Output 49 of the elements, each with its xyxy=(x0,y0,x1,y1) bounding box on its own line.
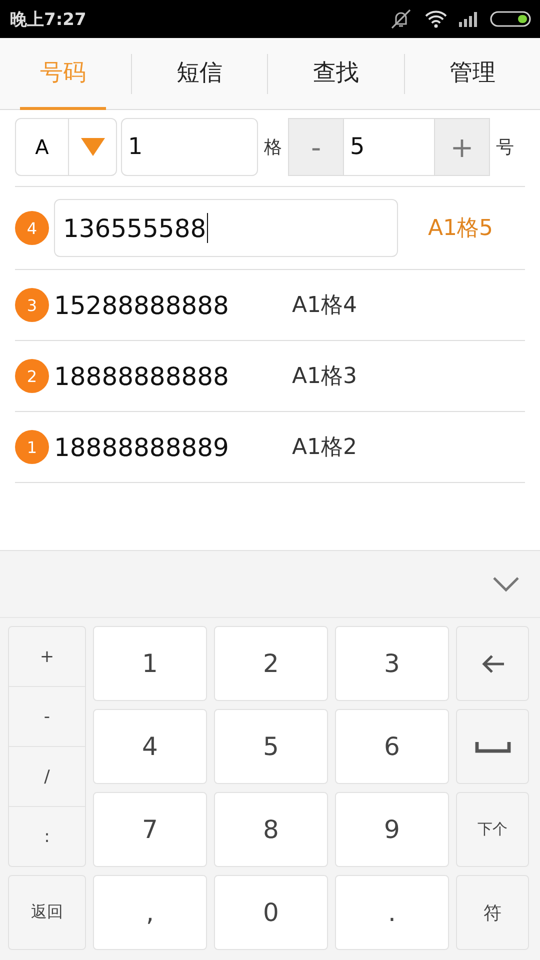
dropdown-triangle-icon xyxy=(80,138,104,156)
back-key[interactable]: 返回 xyxy=(8,875,86,950)
cell-location: A1格3 xyxy=(292,363,358,391)
space-bar-icon xyxy=(474,740,510,754)
digit-key[interactable]: 5 xyxy=(214,709,328,784)
function-key[interactable]: 符 xyxy=(456,875,529,950)
symbol-key[interactable]: : xyxy=(9,807,85,866)
plus-button[interactable]: + xyxy=(434,118,490,176)
letter-dropdown[interactable]: A xyxy=(15,118,117,176)
digit-key[interactable]: 9 xyxy=(335,792,449,867)
number-badge: 4 xyxy=(15,211,49,245)
cell-input-field[interactable]: 1 xyxy=(121,118,258,176)
digit-key[interactable]: , xyxy=(93,875,207,950)
digit-key[interactable]: 1 xyxy=(93,626,207,701)
cell-location: A1格4 xyxy=(292,292,358,320)
space-key[interactable] xyxy=(456,709,529,784)
phone-number: 18888888889 xyxy=(54,432,230,462)
left-arrow-icon xyxy=(480,652,506,674)
digit-key[interactable]: . xyxy=(335,875,449,950)
digit-key[interactable]: 4 xyxy=(93,709,207,784)
digit-key[interactable]: 2 xyxy=(214,626,328,701)
signal-icon xyxy=(458,10,480,28)
number-badge: 1 xyxy=(15,430,49,464)
wifi-icon xyxy=(424,9,448,29)
function-key[interactable]: 下个 xyxy=(456,792,529,867)
tab[interactable]: 查找 xyxy=(268,38,404,110)
tab[interactable]: 短信 xyxy=(132,38,268,110)
battery-icon xyxy=(490,10,532,28)
status-time: 晚上7:27 xyxy=(10,8,86,30)
digit-key[interactable]: 7 xyxy=(93,792,207,867)
cell-label: 格 xyxy=(263,136,283,159)
minus-button[interactable]: - xyxy=(288,118,344,176)
symbol-key[interactable]: / xyxy=(9,747,85,807)
digit-key[interactable]: 3 xyxy=(335,626,449,701)
symbol-key[interactable]: - xyxy=(9,687,85,747)
phone-number: 15288888888 xyxy=(54,290,230,320)
phone-input-field[interactable]: 136555588 xyxy=(54,199,398,257)
collapse-chevron-icon[interactable] xyxy=(492,576,520,592)
phone-number: 18888888888 xyxy=(54,362,230,390)
number-badge: 3 xyxy=(15,288,49,322)
number-label: 号 xyxy=(495,136,515,159)
number-badge: 2 xyxy=(15,359,49,393)
digit-key[interactable]: 8 xyxy=(214,792,328,867)
symbol-key[interactable]: + xyxy=(9,627,85,687)
digit-key[interactable]: 6 xyxy=(335,709,449,784)
digit-key[interactable]: 0 xyxy=(214,875,328,950)
tab[interactable]: 管理 xyxy=(404,38,540,110)
cell-location: A1格2 xyxy=(292,434,358,462)
cell-location: A1格5 xyxy=(428,215,494,243)
